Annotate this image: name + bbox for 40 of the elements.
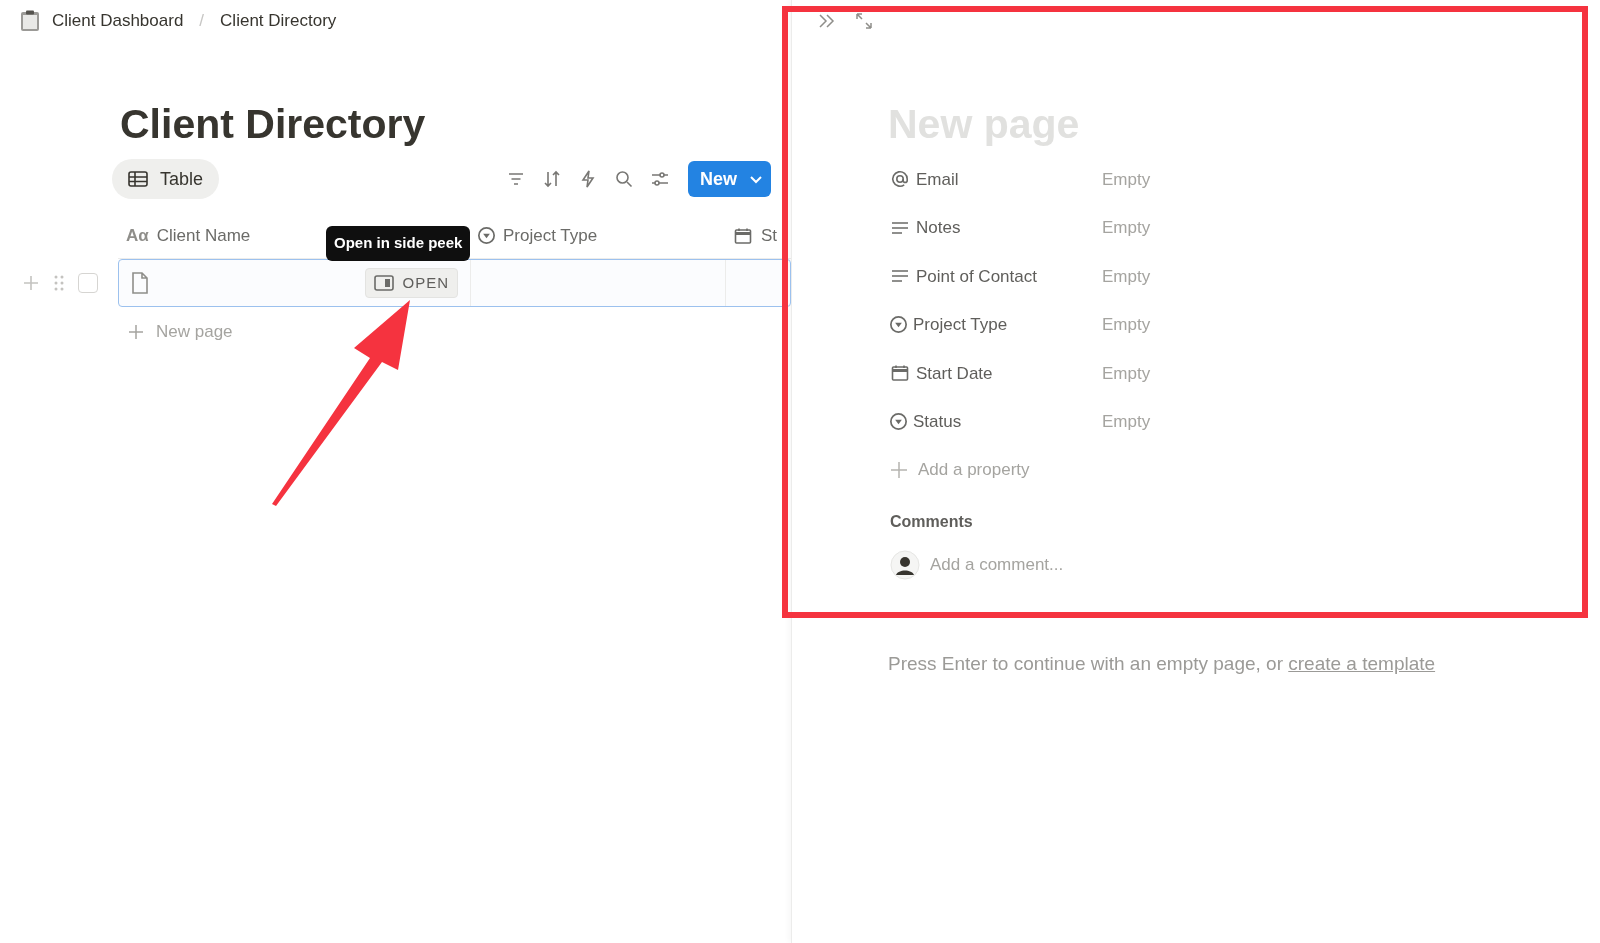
avatar (890, 550, 920, 580)
property-label[interactable]: Project Type (888, 312, 1102, 338)
clipboard-icon (20, 10, 40, 32)
new-button[interactable]: New (688, 161, 771, 197)
page-title: Client Directory (120, 100, 427, 149)
double-chevron-icon[interactable] (817, 12, 837, 30)
table-icon (128, 171, 148, 187)
view-tab[interactable]: Table (112, 159, 220, 199)
drag-handle-icon[interactable] (54, 274, 64, 292)
calendar-icon (890, 363, 910, 384)
sort-icon[interactable] (542, 169, 562, 189)
create-template-link[interactable]: create a template (1288, 653, 1436, 674)
breadcrumb-separator: / (198, 10, 206, 33)
property-label[interactable]: Point of Contact (888, 263, 1102, 289)
dropdown-circle-icon (890, 316, 907, 334)
column-header[interactable]: Project Type (470, 222, 725, 249)
settings-sliders-icon[interactable] (650, 169, 670, 189)
comments-heading: Comments (889, 512, 973, 532)
column-header[interactable]: St (725, 222, 791, 249)
row-checkbox[interactable] (78, 273, 98, 293)
property-label[interactable]: Notes (888, 215, 1102, 241)
expand-icon[interactable] (855, 12, 873, 30)
open-button[interactable]: OPEN (365, 268, 458, 298)
at-sign-icon (890, 169, 910, 190)
text-type-icon: Aα (126, 227, 149, 244)
breadcrumb-link[interactable]: Client Dashboard (48, 8, 188, 34)
empty-page-hint: Press Enter to continue with an empty page, or create a template (888, 652, 1437, 676)
dropdown-circle-icon (478, 227, 495, 244)
property-label[interactable]: Start Date (888, 360, 1102, 386)
comment-input[interactable]: Add a comment... (930, 552, 1230, 578)
breadcrumb-link[interactable]: Client Directory (216, 8, 341, 34)
document-icon (131, 272, 149, 294)
search-icon[interactable] (614, 169, 634, 189)
side-panel-icon (374, 275, 395, 291)
plus-icon (890, 461, 908, 479)
dropdown-circle-icon (890, 413, 907, 431)
property-label[interactable]: Email (888, 166, 1102, 192)
tooltip: Open in side peek (326, 226, 471, 261)
property-label[interactable]: Status (888, 409, 1102, 435)
plus-icon (128, 324, 144, 340)
